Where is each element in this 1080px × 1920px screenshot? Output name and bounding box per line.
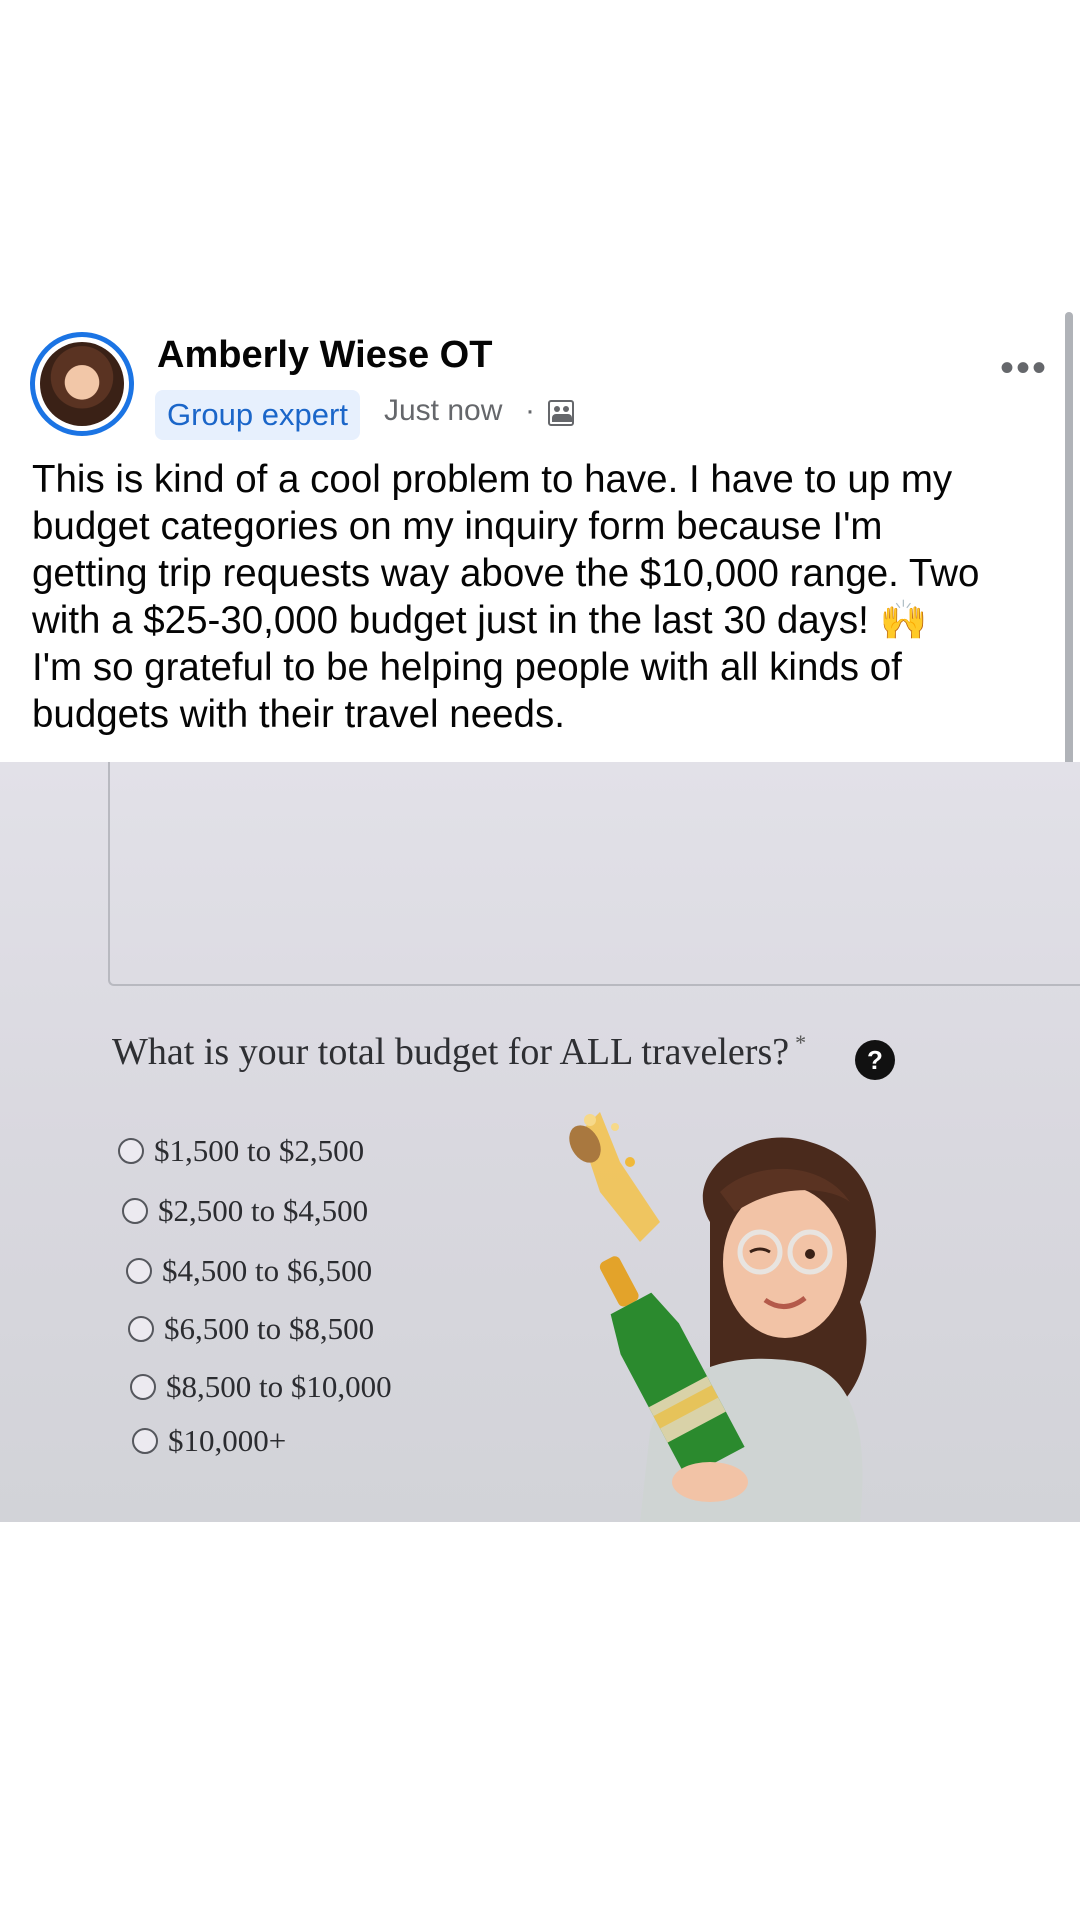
post-text-line: getting trip requests way above the $10,…: [32, 552, 980, 595]
radio-icon: [122, 1197, 148, 1224]
post-timestamp[interactable]: Just now: [384, 394, 502, 428]
help-icon: ?: [855, 1040, 895, 1080]
author-name[interactable]: Amberly Wiese OT: [157, 334, 492, 377]
budget-option: $6,500 to $8,500: [128, 1308, 374, 1347]
budget-option: $10,000+: [132, 1420, 286, 1459]
budget-option: $2,500 to $4,500: [122, 1190, 368, 1229]
post-text-line: with a $25-30,000 budget just in the las…: [32, 599, 928, 642]
hand-icon: [672, 1462, 748, 1502]
scrollbar[interactable]: [1065, 312, 1073, 830]
budget-option: $1,500 to $2,500: [118, 1130, 364, 1169]
post-header: Amberly Wiese OT Group expert Just now ·…: [0, 318, 1080, 448]
avatar-photo: [40, 342, 124, 426]
separator-dot: ·: [525, 394, 535, 427]
radio-icon: [132, 1427, 158, 1454]
budget-option: $4,500 to $6,500: [126, 1250, 372, 1289]
budget-option: $8,500 to $10,000: [130, 1366, 392, 1405]
post-text-line: This is kind of a cool problem to have. …: [32, 458, 953, 501]
post-screen: Amberly Wiese OT Group expert Just now ·…: [0, 0, 1080, 1920]
post-text-line: budgets with their travel needs.: [32, 693, 565, 736]
budget-question: What is your total budget for ALL travel…: [112, 1030, 806, 1074]
option-label: $6,500 to $8,500: [164, 1310, 375, 1346]
form-textarea-frame: [108, 762, 1080, 986]
author-avatar[interactable]: [30, 332, 134, 436]
option-label: $8,500 to $10,000: [166, 1368, 392, 1404]
post-text-line: I'm so grateful to be helping people wit…: [32, 646, 902, 689]
post-photo[interactable]: What is your total budget for ALL travel…: [0, 762, 1080, 1522]
required-mark: *: [795, 1030, 807, 1056]
more-options-icon[interactable]: •••: [1000, 348, 1048, 388]
group-members-icon: [548, 400, 574, 426]
question-text: What is your total budget for ALL travel…: [112, 1031, 790, 1073]
radio-icon: [126, 1257, 152, 1284]
option-label: $10,000+: [168, 1422, 287, 1458]
radio-icon: [130, 1373, 156, 1400]
option-label: $4,500 to $6,500: [162, 1252, 373, 1288]
option-label: $1,500 to $2,500: [154, 1132, 365, 1168]
celebration-sticker-icon: [569, 1112, 876, 1522]
group-expert-badge[interactable]: Group expert: [155, 390, 360, 440]
radio-icon: [128, 1315, 154, 1342]
post-text-line: budget categories on my inquiry form bec…: [32, 505, 883, 548]
option-label: $2,500 to $4,500: [158, 1192, 369, 1228]
post-body-text: This is kind of a cool problem to have. …: [32, 456, 1042, 738]
radio-icon: [118, 1137, 144, 1164]
